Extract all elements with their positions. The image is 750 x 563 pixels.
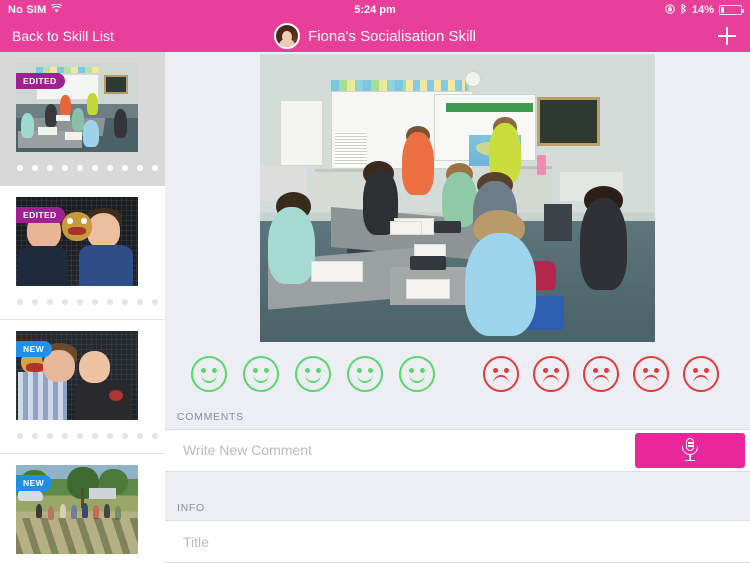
microphone-icon	[682, 438, 699, 462]
thumbnail[interactable]: NEW	[16, 331, 138, 420]
bluetooth-icon	[680, 3, 687, 17]
list-item[interactable]: EDITED	[0, 186, 165, 320]
status-bar: No SIM 5:24 pm 14%	[0, 0, 750, 20]
rotation-lock-icon	[665, 3, 675, 17]
thumbnail[interactable]: EDITED	[16, 63, 138, 152]
smiley-sad-icon[interactable]	[683, 356, 719, 392]
plus-icon	[718, 27, 736, 45]
photo-viewer[interactable]	[165, 52, 750, 344]
smiley-happy-icon[interactable]	[347, 356, 383, 392]
content-area: EDITED EDITED NEW NEW COMMENTS Write New…	[0, 52, 750, 563]
section-gap	[165, 471, 750, 496]
page-dots[interactable]	[17, 299, 158, 305]
list-item[interactable]: NEW	[0, 454, 165, 563]
thumbnail[interactable]: EDITED	[16, 197, 138, 286]
status-badge: NEW	[16, 475, 53, 491]
sad-rating-group[interactable]	[483, 356, 719, 392]
main-photo[interactable]	[260, 54, 655, 342]
status-bar-right: 14%	[665, 3, 750, 17]
media-sidebar[interactable]: EDITED EDITED NEW NEW	[0, 52, 165, 563]
page-title: Fiona's Socialisation Skill	[308, 27, 476, 45]
info-section-header: INFO	[165, 495, 750, 522]
smiley-happy-icon[interactable]	[295, 356, 331, 392]
back-to-skill-list-button[interactable]: Back to Skill List	[0, 28, 114, 44]
smiley-happy-icon[interactable]	[399, 356, 435, 392]
navigation-bar: Back to Skill List Fiona's Socialisation…	[0, 20, 750, 52]
add-media-button[interactable]	[718, 27, 750, 45]
avatar[interactable]	[274, 23, 301, 49]
info-title-input[interactable]	[165, 521, 750, 562]
rating-row[interactable]	[165, 344, 750, 404]
smiley-sad-icon[interactable]	[533, 356, 569, 392]
clock-label: 5:24 pm	[354, 4, 396, 16]
new-comment-input[interactable]	[165, 430, 635, 471]
status-badge: EDITED	[16, 73, 65, 89]
status-badge: EDITED	[16, 207, 65, 223]
battery-percent-label: 14%	[691, 4, 714, 16]
list-item[interactable]: NEW	[0, 320, 165, 454]
happy-rating-group[interactable]	[191, 356, 435, 392]
status-badge: NEW	[16, 341, 53, 357]
smiley-happy-icon[interactable]	[191, 356, 227, 392]
page-dots[interactable]	[17, 165, 158, 171]
detail-panel: COMMENTS INFO	[165, 52, 750, 563]
info-title-row[interactable]	[165, 521, 750, 563]
smiley-happy-icon[interactable]	[243, 356, 279, 392]
voice-comment-button[interactable]	[635, 433, 745, 468]
thumbnail[interactable]: NEW	[16, 465, 138, 554]
smiley-sad-icon[interactable]	[633, 356, 669, 392]
list-item[interactable]: EDITED	[0, 52, 165, 186]
comments-section-header: COMMENTS	[165, 404, 750, 430]
comment-input-row[interactable]	[165, 430, 750, 472]
battery-icon	[719, 5, 744, 15]
page-dots[interactable]	[17, 433, 158, 439]
smiley-sad-icon[interactable]	[583, 356, 619, 392]
smiley-sad-icon[interactable]	[483, 356, 519, 392]
